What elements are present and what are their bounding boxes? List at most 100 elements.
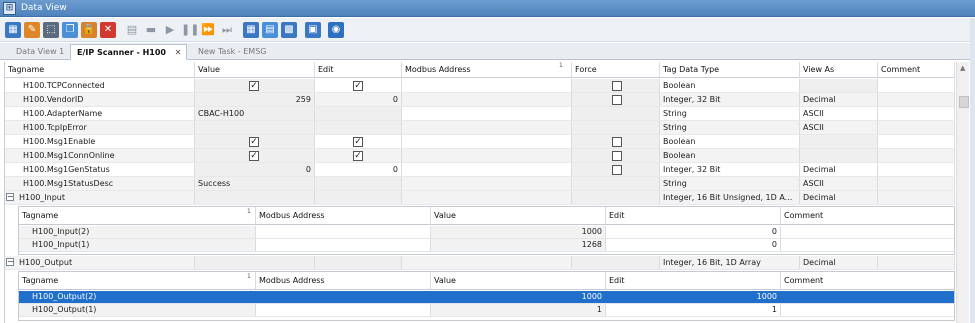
- modbus-address-cell[interactable]: [402, 79, 572, 92]
- force-checkbox[interactable]: [612, 165, 622, 175]
- sub-header-edit[interactable]: Edit: [606, 272, 781, 289]
- sub-table-row[interactable]: H100_Input(1) 1268 0: [19, 239, 954, 252]
- table-row[interactable]: H100.TcpIpError String ASCII: [5, 121, 955, 135]
- modbus-address-cell[interactable]: [402, 163, 572, 176]
- modbus-address-cell[interactable]: [402, 149, 572, 162]
- edit-checkbox[interactable]: ✓: [353, 151, 363, 161]
- column-header-force[interactable]: Force: [572, 62, 660, 77]
- comment-cell[interactable]: [878, 149, 955, 162]
- view-as-cell[interactable]: Decimal: [800, 191, 878, 204]
- modbus-address-cell[interactable]: [402, 93, 572, 106]
- sub-header-tagname[interactable]: Tagname: [19, 272, 256, 289]
- view-as-cell[interactable]: [800, 149, 878, 162]
- step-end-icon[interactable]: ⏭: [219, 22, 235, 38]
- data-view-icon[interactable]: ▦: [5, 22, 21, 38]
- column-header-tag-data-type[interactable]: Tag Data Type: [660, 62, 800, 77]
- add-tags-icon[interactable]: ✎: [24, 22, 40, 38]
- view-as-cell[interactable]: Decimal: [800, 163, 878, 176]
- comment-cell[interactable]: [878, 177, 955, 190]
- modbus-address-cell[interactable]: [402, 107, 572, 120]
- tab-new-task-emsg[interactable]: New Task - EMSG: [192, 44, 271, 60]
- column-header-edit[interactable]: Edit: [315, 62, 402, 77]
- comment-cell[interactable]: [878, 163, 955, 176]
- spreadsheet-icon[interactable]: ▩: [281, 22, 297, 38]
- column-header-view-as[interactable]: View As: [800, 62, 878, 77]
- edit-cell[interactable]: ✓: [315, 135, 402, 148]
- sub-header-comment[interactable]: Comment: [781, 207, 954, 224]
- modbus-address-cell[interactable]: [402, 121, 572, 134]
- modbus-address-cell[interactable]: [402, 177, 572, 190]
- table-row[interactable]: H100.AdapterName CBAC-H100 String ASCII: [5, 107, 955, 121]
- comment-cell[interactable]: [878, 79, 955, 92]
- column-header-tagname[interactable]: Tagname: [5, 62, 195, 77]
- view-as-cell[interactable]: [800, 135, 878, 148]
- column-header-comment[interactable]: Comment: [878, 62, 955, 77]
- force-checkbox[interactable]: [612, 151, 622, 161]
- save-icon[interactable]: ▬: [143, 22, 159, 38]
- table-row[interactable]: H100.Msg1ConnOnline ✓ ✓ Boolean: [5, 149, 955, 163]
- comment-cell[interactable]: [781, 304, 954, 316]
- select-icon[interactable]: ⬚: [43, 22, 59, 38]
- view-as-cell[interactable]: ASCII: [800, 177, 878, 190]
- table-row[interactable]: H100.Msg1GenStatus 0 0 Integer, 32 Bit Decim…: [5, 163, 955, 177]
- edit-cell[interactable]: ✓: [315, 149, 402, 162]
- modbus-address-cell[interactable]: [256, 304, 431, 316]
- copy-icon[interactable]: ❐: [62, 22, 78, 38]
- play-icon[interactable]: ▶: [162, 22, 178, 38]
- edit-cell[interactable]: ✓: [315, 79, 402, 92]
- tab-eip-scanner-h100[interactable]: E/IP Scanner - H100 ✕: [70, 44, 188, 60]
- edit-checkbox[interactable]: ✓: [353, 137, 363, 147]
- comment-cell[interactable]: [781, 226, 954, 238]
- comment-cell[interactable]: [878, 121, 955, 134]
- force-checkbox[interactable]: [612, 95, 622, 105]
- edit-cell[interactable]: 1: [606, 304, 781, 316]
- edit-cell[interactable]: [315, 107, 402, 120]
- properties-icon[interactable]: ▣: [305, 22, 321, 38]
- edit-cell[interactable]: 0: [606, 239, 781, 251]
- column-header-modbus-address[interactable]: Modbus Address: [402, 62, 572, 77]
- step-forward-icon[interactable]: ⏩: [200, 22, 216, 38]
- modbus-address-cell[interactable]: [256, 226, 431, 238]
- comment-cell[interactable]: [878, 93, 955, 106]
- sub-header-value[interactable]: Value: [431, 207, 606, 224]
- lock-icon[interactable]: 🔒: [81, 22, 97, 38]
- sub-table-row[interactable]: H100_Input(2) 1000 0: [19, 226, 954, 239]
- table-icon[interactable]: ▤: [262, 22, 278, 38]
- edit-cell[interactable]: 0: [606, 226, 781, 238]
- edit-cell[interactable]: 0: [315, 93, 402, 106]
- force-checkbox[interactable]: [612, 81, 622, 91]
- sub-header-comment[interactable]: Comment: [781, 272, 954, 289]
- tab-data-view-1[interactable]: Data View 1: [10, 44, 69, 60]
- modbus-address-cell[interactable]: [256, 239, 431, 251]
- group-row-h100-input[interactable]: − H100_Input Integer, 16 Bit Unsigned, 1…: [5, 191, 955, 205]
- sub-header-modbus-address[interactable]: Modbus Address: [256, 207, 431, 224]
- column-header-value[interactable]: Value: [195, 62, 315, 77]
- sub-header-value[interactable]: Value: [431, 272, 606, 289]
- comment-cell[interactable]: [878, 107, 955, 120]
- comment-cell[interactable]: [878, 135, 955, 148]
- table-row[interactable]: H100.Msg1StatusDesc Success String ASCII: [5, 177, 955, 191]
- scroll-thumb[interactable]: [959, 96, 969, 108]
- group-row-h100-output[interactable]: − H100_Output Integer, 16 Bit, 1D Array …: [5, 256, 955, 270]
- view-as-cell[interactable]: Decimal: [800, 93, 878, 106]
- modbus-address-cell[interactable]: [402, 135, 572, 148]
- comment-cell[interactable]: [781, 239, 954, 251]
- edit-checkbox[interactable]: ✓: [353, 81, 363, 91]
- sub-table-row[interactable]: H100_Output(1) 1 1: [19, 304, 954, 317]
- sub-header-modbus-address[interactable]: Modbus Address: [256, 272, 431, 289]
- page-icon[interactable]: ▤: [124, 22, 140, 38]
- view-as-cell[interactable]: ASCII: [800, 107, 878, 120]
- view-as-cell[interactable]: ASCII: [800, 121, 878, 134]
- edit-cell[interactable]: 1000: [606, 291, 781, 303]
- vertical-scrollbar[interactable]: ▲: [956, 62, 969, 323]
- comment-cell[interactable]: [781, 291, 954, 303]
- sub-header-edit[interactable]: Edit: [606, 207, 781, 224]
- table-row[interactable]: H100.Msg1Enable ✓ ✓ Boolean: [5, 135, 955, 149]
- sub-header-tagname[interactable]: Tagname: [19, 207, 256, 224]
- collapse-icon[interactable]: −: [6, 193, 14, 201]
- view-as-cell[interactable]: Decimal: [800, 256, 878, 269]
- grid-view-icon[interactable]: ▦: [243, 22, 259, 38]
- edit-cell[interactable]: [315, 177, 402, 190]
- help-icon[interactable]: ◉: [328, 22, 344, 38]
- pause-icon[interactable]: ❚❚: [181, 22, 199, 38]
